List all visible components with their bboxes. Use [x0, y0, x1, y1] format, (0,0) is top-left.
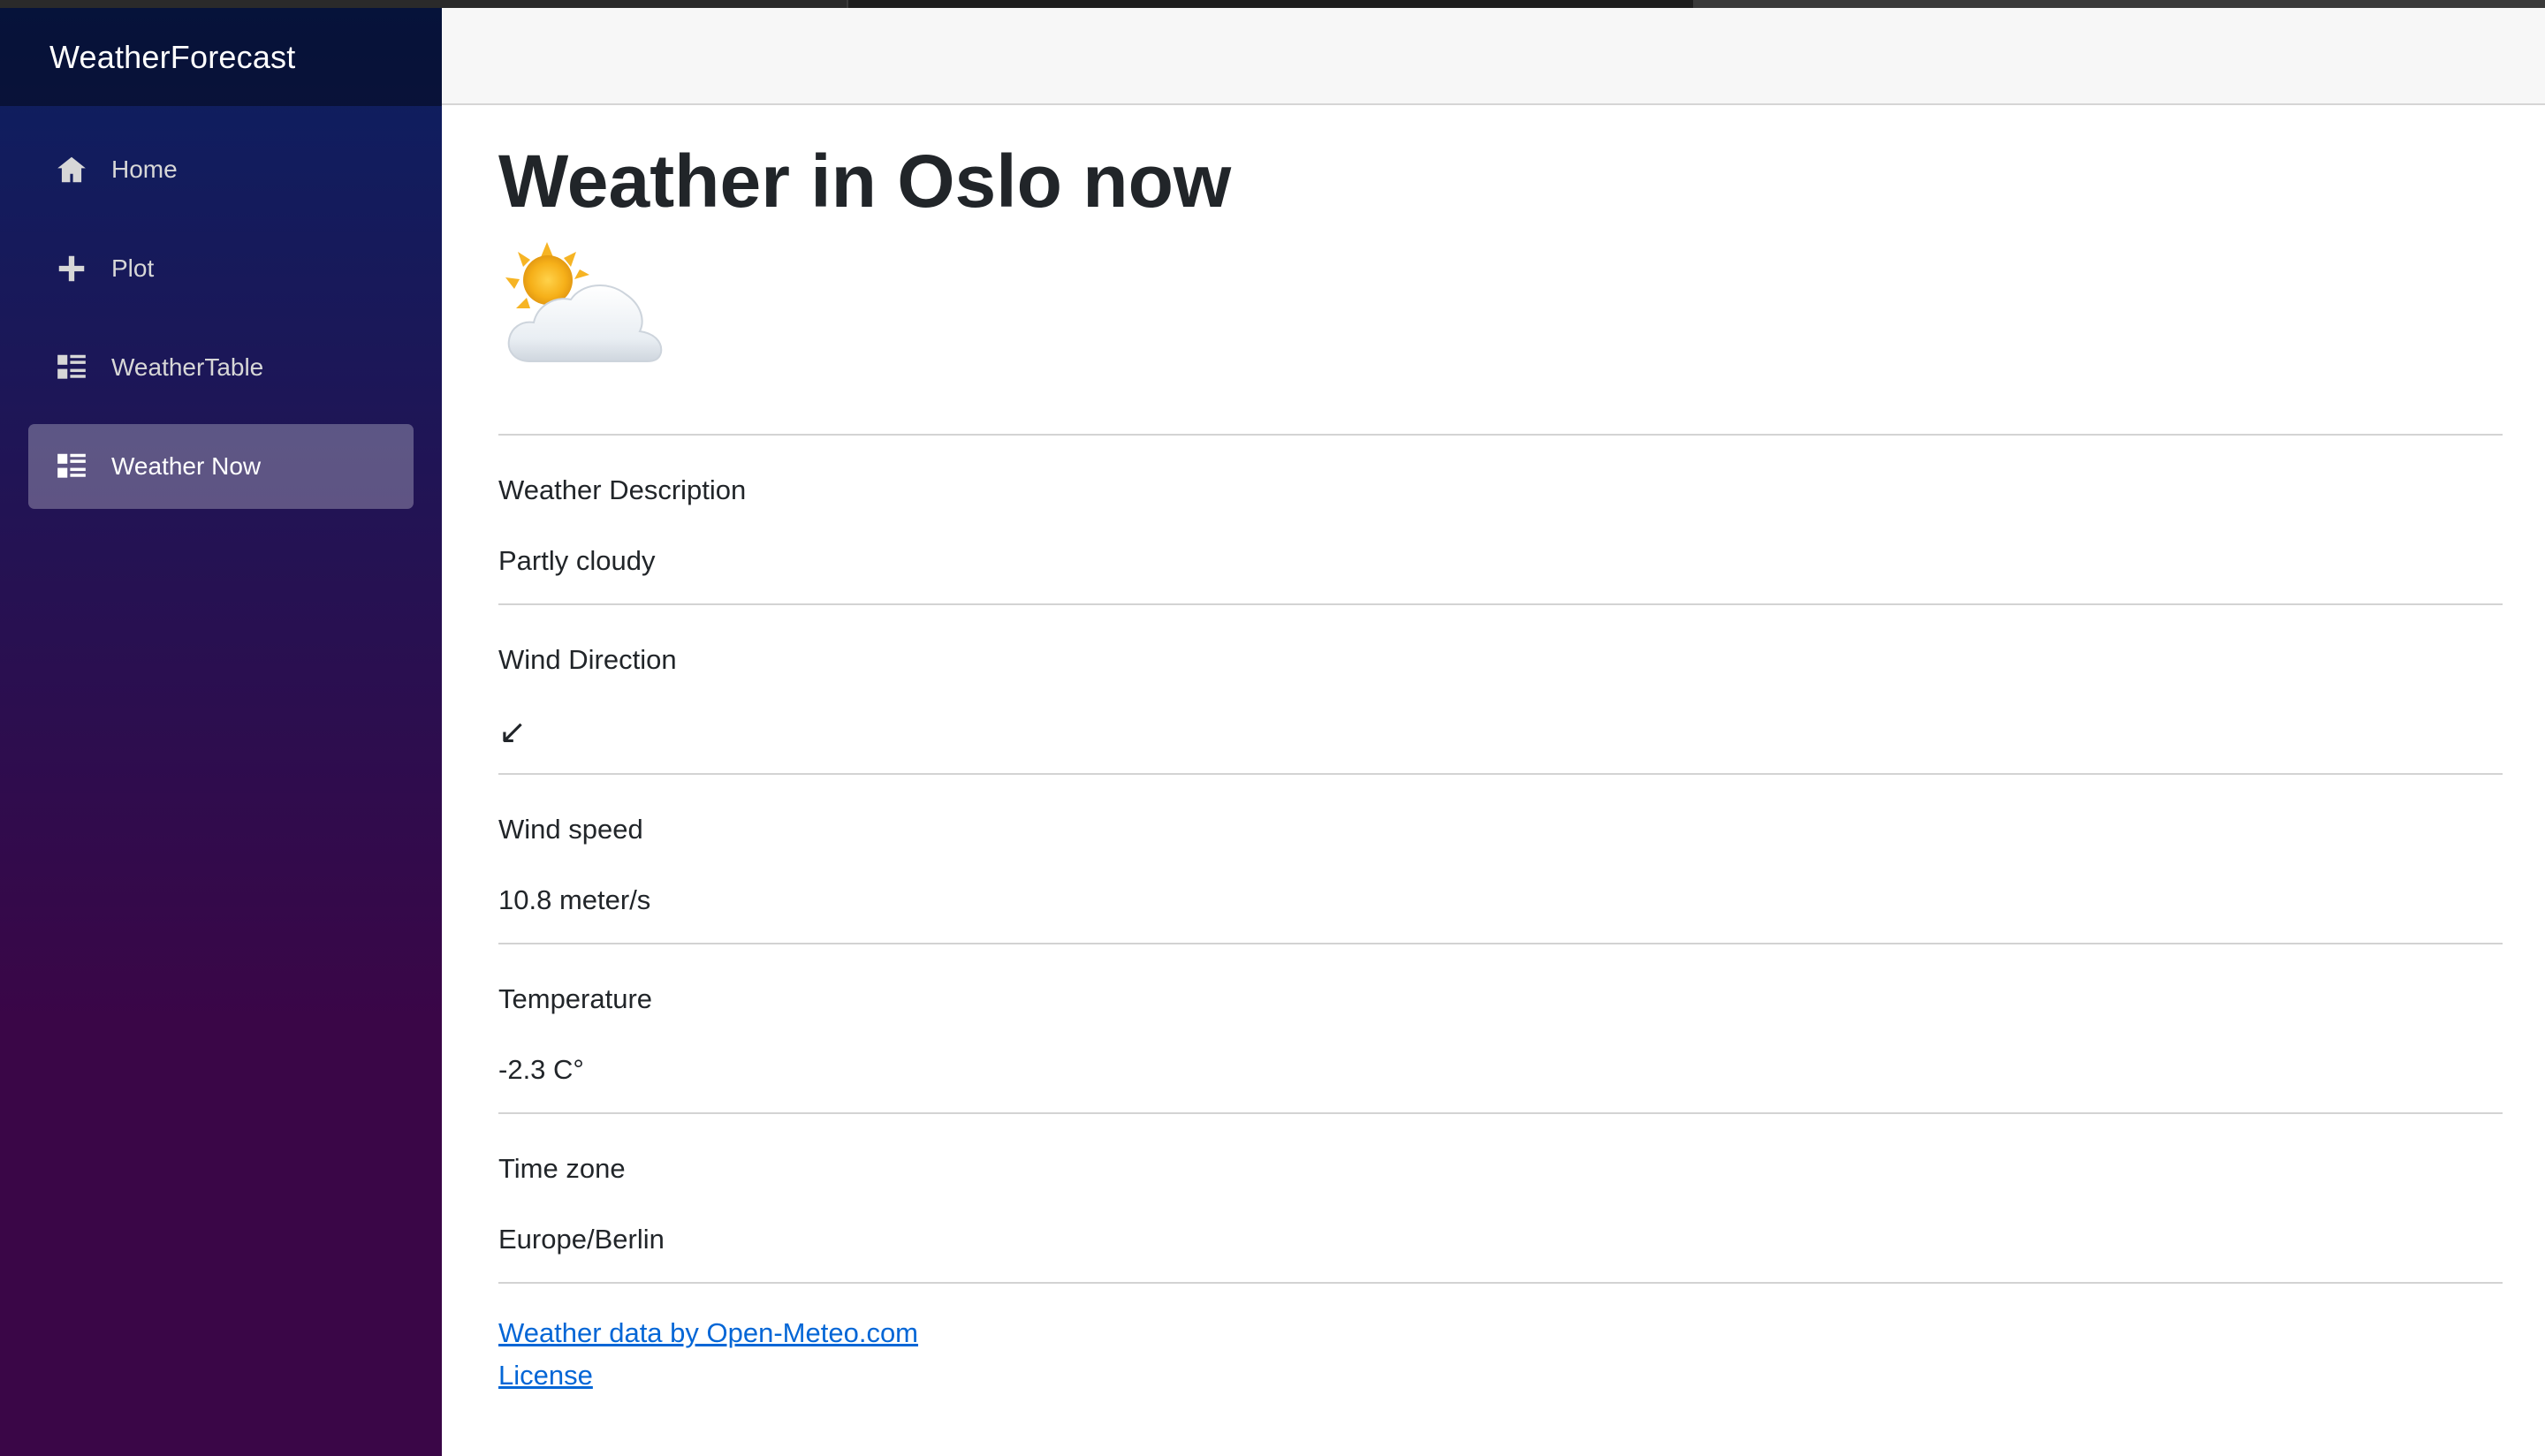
browser-tab-1[interactable]: [0, 0, 848, 8]
attribution-links: Weather data by Open-Meteo.com License: [498, 1284, 2503, 1392]
sidebar-item-plot[interactable]: Plot: [28, 226, 414, 311]
wind-speed-row: Wind speed 10.8 meter/s: [498, 775, 2503, 945]
time-zone-label: Time zone: [498, 1153, 626, 1185]
list-icon: [55, 450, 88, 483]
wind-speed-label: Wind speed: [498, 814, 643, 846]
sidebar-nav: Home Plot WeatherTable Weather Now: [0, 106, 442, 509]
sidebar-item-label: Home: [111, 155, 178, 183]
sidebar-item-label: WeatherTable: [111, 353, 264, 381]
temperature-label: Temperature: [498, 983, 653, 1015]
sidebar-item-home[interactable]: Home: [28, 127, 414, 212]
main-content: Weather in Oslo now Weather Description …: [442, 105, 2545, 1456]
sidebar-item-weather-now[interactable]: Weather Now: [28, 424, 414, 509]
sidebar: WeatherForecast Home Plot WeatherTable W…: [0, 8, 442, 1456]
brand-bar: WeatherForecast: [0, 8, 442, 106]
time-zone-value: Europe/Berlin: [498, 1224, 665, 1255]
wind-speed-value: 10.8 meter/s: [498, 884, 651, 916]
temperature-row: Temperature -2.3 C°: [498, 944, 2503, 1115]
page-title: Weather in Oslo now: [498, 140, 1232, 223]
license-link[interactable]: License: [498, 1360, 2503, 1392]
top-row: [442, 8, 2545, 105]
sidebar-item-label: Plot: [111, 254, 155, 282]
browser-tab-3[interactable]: [1695, 0, 2545, 8]
weather-description-value: Partly cloudy: [498, 545, 656, 577]
arrow-down-left-icon: ↙: [498, 712, 527, 752]
sidebar-item-weathertable[interactable]: WeatherTable: [28, 325, 414, 410]
browser-tab-2[interactable]: [848, 0, 1695, 8]
wind-direction-row: Wind Direction ↙: [498, 605, 2503, 776]
home-icon: [55, 153, 88, 186]
wind-direction-label: Wind Direction: [498, 644, 677, 676]
weather-description-label: Weather Description: [498, 474, 747, 506]
temperature-value: -2.3 C°: [498, 1054, 584, 1086]
plus-icon: [55, 252, 88, 285]
partly-cloudy-icon: [505, 242, 663, 363]
sidebar-item-label: Weather Now: [111, 452, 262, 480]
wind-direction-value: ↙: [498, 715, 2503, 750]
weather-description-row: Weather Description Partly cloudy: [498, 436, 2503, 606]
list-icon: [55, 351, 88, 384]
brand-title[interactable]: WeatherForecast: [49, 39, 295, 76]
time-zone-row: Time zone Europe/Berlin: [498, 1114, 2503, 1285]
browser-top-strip: [0, 0, 2545, 8]
open-meteo-link[interactable]: Weather data by Open-Meteo.com: [498, 1317, 2503, 1349]
